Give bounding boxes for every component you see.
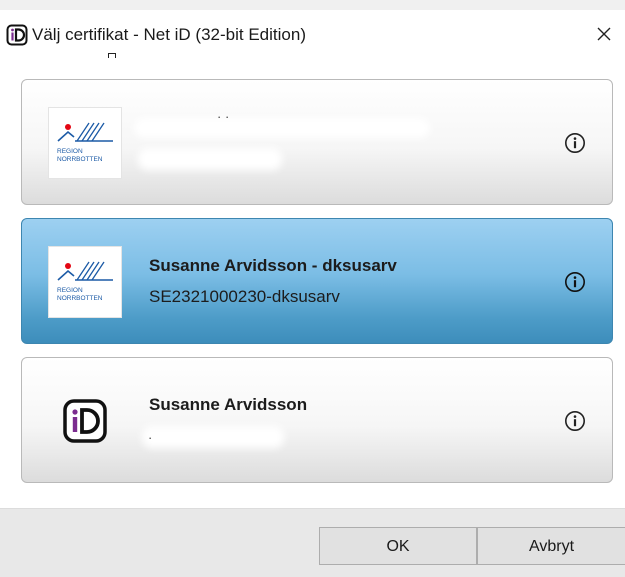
cancel-button[interactable]: Avbryt — [477, 527, 625, 565]
window-title: Välj certifikat - Net iD (32-bit Edition… — [32, 25, 306, 44]
logo-text-region: REGION — [57, 148, 83, 155]
certificate-id: SE2321000230-dksusarv — [149, 287, 340, 306]
redaction-artifact: · — [148, 430, 153, 445]
logo-text-norrbotten: NORRBOTTEN — [57, 156, 103, 163]
redacted-id — [138, 148, 282, 170]
region-norrbotten-logo: REGION NORRBOTTEN — [48, 107, 122, 179]
certificate-card-1[interactable]: REGION NORRBOTTEN · · — [21, 79, 613, 205]
redaction-artifact: · · — [217, 109, 230, 124]
info-icon[interactable] — [564, 410, 586, 432]
info-icon[interactable] — [564, 271, 586, 293]
certificate-card-2[interactable]: REGION NORRBOTTEN Susanne Arvidsson - dk… — [21, 218, 613, 344]
logo-text-region: REGION — [57, 287, 83, 294]
close-icon[interactable] — [592, 22, 616, 46]
certificate-list: REGION NORRBOTTEN · · REGION NORRBOTTEN — [0, 58, 625, 508]
logo-text-norrbotten: NORRBOTTEN — [57, 295, 103, 302]
redacted-name — [134, 118, 430, 138]
dialog-footer: OK Avbryt — [0, 508, 625, 577]
certificate-card-3[interactable]: Susanne Arvidsson · — [21, 357, 613, 483]
region-norrbotten-logo: REGION NORRBOTTEN — [48, 246, 122, 318]
certificate-name: Susanne Arvidsson — [149, 395, 308, 414]
net-id-logo-icon — [6, 24, 28, 46]
ok-button[interactable]: OK — [319, 527, 477, 565]
certificate-name: Susanne Arvidsson - dksusarv — [149, 256, 397, 275]
window-top-strip — [0, 0, 625, 10]
info-icon[interactable] — [564, 132, 586, 154]
net-id-logo — [48, 385, 122, 457]
title-bar[interactable]: Välj certifikat - Net iD (32-bit Edition… — [0, 10, 625, 58]
redacted-id — [142, 426, 284, 448]
